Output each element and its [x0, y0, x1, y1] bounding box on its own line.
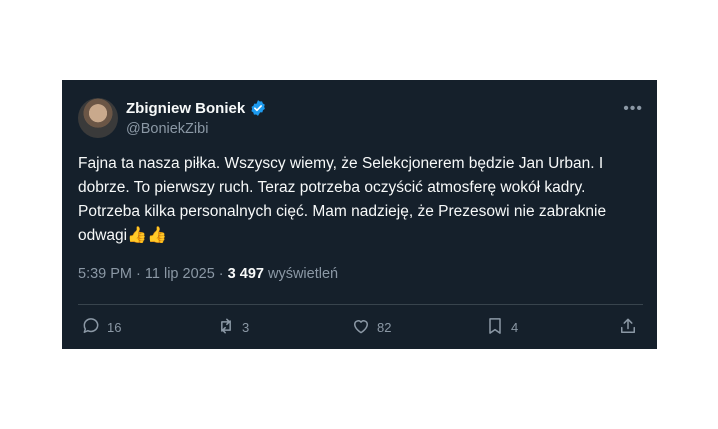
share-icon — [618, 316, 638, 339]
tweet-text: Fajna ta nasza piłka. Wszyscy wiemy, że … — [78, 152, 638, 248]
reply-icon — [81, 316, 101, 339]
views-label: wyświetleń — [267, 266, 339, 282]
author-handle[interactable]: @BoniekZibi — [126, 121, 208, 137]
thumbs-up-emoji: 👍👍 — [127, 227, 167, 244]
like-count: 82 — [377, 320, 392, 335]
bookmark-icon — [485, 316, 505, 339]
tweet-date[interactable]: 11 lip 2025 — [145, 266, 215, 282]
like-button[interactable]: 82 — [351, 316, 391, 339]
meta-separator: · — [214, 266, 228, 282]
repost-button[interactable]: 3 — [216, 316, 249, 339]
reply-button[interactable]: 16 — [81, 316, 121, 339]
action-bar: 16 3 82 4 — [78, 316, 643, 338]
views-count: 3 497 — [227, 266, 264, 282]
author-name[interactable]: Zbigniew Boniek — [126, 100, 245, 117]
more-icon[interactable]: ••• — [623, 100, 643, 118]
meta-separator: · — [132, 266, 145, 282]
like-icon — [351, 316, 371, 339]
repost-count: 3 — [242, 320, 250, 335]
share-button[interactable] — [618, 316, 638, 339]
bookmark-count: 4 — [511, 320, 519, 335]
verified-badge-icon — [249, 99, 267, 117]
tweet-time[interactable]: 5:39 PM — [78, 266, 132, 282]
reply-count: 16 — [107, 320, 122, 335]
tweet-card[interactable]: Zbigniew Boniek @BoniekZibi ••• Fajna ta… — [62, 80, 657, 349]
divider — [78, 304, 643, 305]
tweet-meta: 5:39 PM · 11 lip 2025 · 3 497 wyświetleń — [78, 266, 338, 282]
avatar[interactable] — [78, 98, 118, 138]
repost-icon — [216, 316, 236, 339]
author-name-row: Zbigniew Boniek — [126, 99, 267, 117]
bookmark-button[interactable]: 4 — [485, 316, 518, 339]
